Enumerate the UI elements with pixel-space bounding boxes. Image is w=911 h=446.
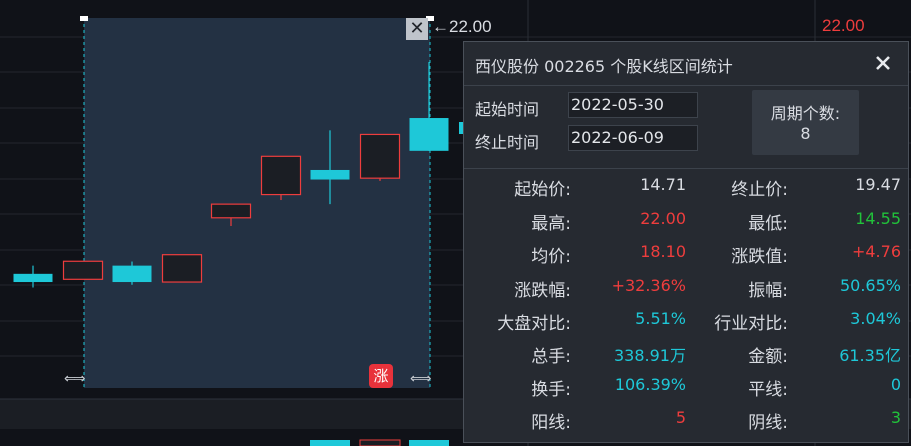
period-count-box: 周期个数: 8 [752,90,859,155]
stat-value: 14.55 [855,209,901,228]
interval-stats-panel: 西仪股份 002265 个股K线区间统计 起始时间 2022-05-30 终止时… [463,41,909,443]
stat-value: +4.76 [851,242,901,261]
right-handle-arrows-icon[interactable]: ⇐⇒ [410,371,432,387]
stat-label: 换手: [531,380,571,400]
candle-body[interactable] [62,260,104,280]
end-time-label: 终止时间 [475,133,540,152]
candle-body[interactable] [260,155,302,196]
stat-value: 18.10 [640,242,686,261]
stat-value: 14.71 [640,175,686,194]
stat-label: 最高: [531,214,571,234]
stat-label: 终止价: [731,180,788,200]
stat-value: +32.36% [611,276,686,295]
limit-up-badge: 涨 [369,364,393,388]
stat-value: 3.04% [850,309,901,328]
stat-label: 均价: [531,247,571,267]
stat-label: 最低: [748,214,788,234]
stat-value: 106.39% [614,375,686,394]
candle-body[interactable] [210,203,252,219]
max-price-marker: ←22.00 [432,17,492,36]
stat-value: 61.35亿 [839,346,901,365]
candle-body[interactable] [409,118,449,151]
candle-body[interactable] [112,265,152,283]
candle-body[interactable] [13,273,53,283]
selection-close-button[interactable]: ✕ [406,18,428,40]
period-count-value: 8 [800,124,811,143]
stat-label: 阴线: [748,413,788,433]
panel-divider [464,168,908,169]
start-time-input[interactable]: 2022-05-30 [568,92,698,118]
stat-label: 振幅: [748,281,788,301]
stat-label: 总手: [531,347,571,367]
stat-label: 起始价: [514,180,571,200]
period-count-label: 周期个数: [770,104,841,123]
stat-value: 19.47 [855,175,901,194]
stat-value: 5.51% [635,309,686,328]
left-handle-arrows-icon[interactable]: ⇐⇒ [64,371,86,387]
close-icon: ✕ [409,18,425,39]
stat-value: 22.00 [640,209,686,228]
stat-label: 大盘对比: [497,314,571,334]
selection-region[interactable] [84,18,430,388]
volume-bar [359,439,401,446]
stat-label: 平线: [748,380,788,400]
end-time-input[interactable]: 2022-06-09 [568,125,698,151]
stat-label: 行业对比: [714,314,788,334]
candle-body[interactable] [310,169,350,180]
stat-value: 3 [890,408,901,427]
close-icon[interactable] [872,52,894,74]
stat-value: 5 [675,408,686,427]
selection-left-handle[interactable] [80,16,88,21]
stat-value: 0 [890,375,901,394]
stat-label: 金额: [748,347,788,367]
stat-label: 涨跌值: [731,247,788,267]
candle-body[interactable] [161,254,203,283]
candle-body[interactable] [359,133,401,179]
stat-value: 338.91万 [614,346,686,365]
volume-bar [409,440,449,446]
stat-label: 阳线: [531,413,571,433]
stat-value: 50.65% [839,276,901,295]
panel-title: 西仪股份 002265 个股K线区间统计 [475,57,733,76]
volume-bar [310,440,350,446]
stat-label: 涨跌幅: [514,281,571,301]
start-time-label: 起始时间 [475,100,540,119]
panel-header: 西仪股份 002265 个股K线区间统计 [464,42,908,86]
axis-price-tag: 22.00 [822,16,865,35]
